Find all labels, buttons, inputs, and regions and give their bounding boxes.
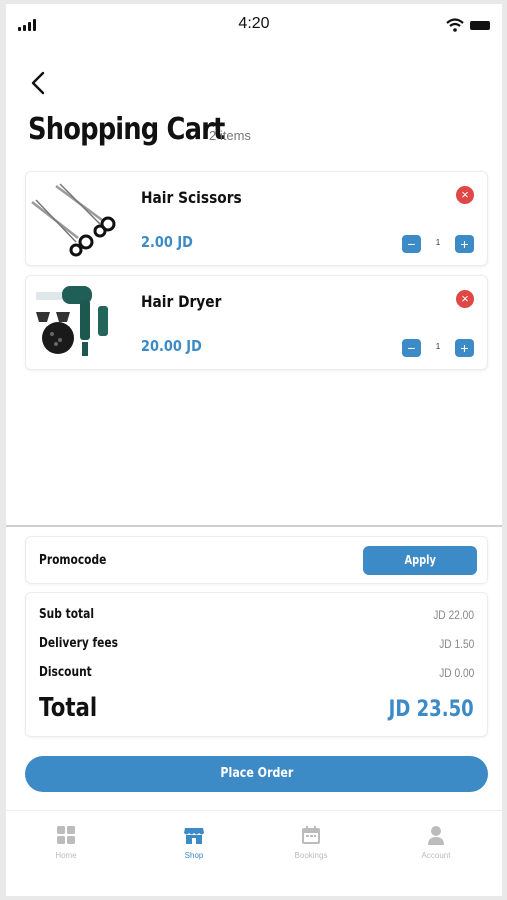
apply-promocode-button[interactable]: Apply <box>363 546 477 575</box>
hair-scissors-image <box>31 183 116 257</box>
cart-item-card: Hair Scissors 2.00 JD × − 1 + <box>25 171 488 266</box>
tab-home[interactable]: Home <box>26 825 106 860</box>
total-value: JD 23.50 <box>388 697 474 722</box>
tab-bookings[interactable]: Bookings <box>271 825 351 860</box>
battery-icon <box>470 21 490 30</box>
item-price: 2.00 JD <box>141 233 193 251</box>
person-icon <box>428 826 444 845</box>
increase-quantity-button[interactable]: + <box>455 235 474 253</box>
cart-screen: 4:20 Shopping Cart 2 items Hair Scissors… <box>6 4 502 896</box>
place-order-button[interactable]: Place Order <box>25 756 488 792</box>
cart-item-card: Hair Dryer 20.00 JD × − 1 + <box>25 275 488 370</box>
quantity-stepper: − 1 + <box>402 339 474 357</box>
back-arrow-icon[interactable] <box>28 70 50 96</box>
hair-dryer-image <box>36 286 108 356</box>
tab-shop[interactable]: Shop <box>154 825 234 860</box>
discount-label: Discount <box>39 665 92 680</box>
status-bar: 4:20 <box>6 4 502 44</box>
wifi-icon <box>446 18 464 32</box>
remove-item-button[interactable]: × <box>456 186 474 204</box>
item-name: Hair Scissors <box>141 188 242 207</box>
promocode-section: Promocode Apply <box>25 536 488 584</box>
tab-label: Shop <box>184 851 204 860</box>
discount-value: JD 0.00 <box>438 666 474 680</box>
discount-row: Discount JD 0.00 <box>39 665 474 683</box>
place-order-label: Place Order <box>220 766 293 781</box>
section-divider <box>6 525 502 527</box>
item-price: 20.00 JD <box>141 337 202 355</box>
item-name: Hair Dryer <box>141 292 222 311</box>
quantity-stepper: − 1 + <box>402 235 474 253</box>
decrease-quantity-button[interactable]: − <box>402 339 421 357</box>
item-count: 2 items <box>209 128 251 143</box>
tab-account[interactable]: Account <box>396 825 476 860</box>
apply-label: Apply <box>404 553 436 567</box>
subtotal-row: Sub total JD 22.00 <box>39 607 474 625</box>
status-time: 4:20 <box>238 15 270 32</box>
tab-label: Account <box>421 851 451 860</box>
quantity-value: 1 <box>435 238 441 247</box>
calendar-icon <box>302 826 320 844</box>
delivery-label: Delivery fees <box>39 636 118 651</box>
tab-label: Home <box>55 851 77 860</box>
grid-icon <box>57 826 75 844</box>
quantity-value: 1 <box>435 342 441 351</box>
order-summary: Sub total JD 22.00 Delivery fees JD 1.50… <box>25 592 488 737</box>
promocode-label[interactable]: Promocode <box>39 553 106 568</box>
total-label: Total <box>39 693 98 723</box>
close-icon: × <box>461 291 469 306</box>
increase-quantity-button[interactable]: + <box>455 339 474 357</box>
page-title: Shopping Cart <box>28 112 225 147</box>
store-icon <box>184 828 204 844</box>
delivery-row: Delivery fees JD 1.50 <box>39 636 474 654</box>
subtotal-value: JD 22.00 <box>433 608 474 622</box>
subtotal-label: Sub total <box>39 607 94 622</box>
delivery-value: JD 1.50 <box>438 637 474 651</box>
remove-item-button[interactable]: × <box>456 290 474 308</box>
bottom-tab-bar: Home Shop Bookings Account <box>6 810 502 896</box>
close-icon: × <box>461 187 469 202</box>
decrease-quantity-button[interactable]: − <box>402 235 421 253</box>
tab-label: Bookings <box>294 851 328 860</box>
